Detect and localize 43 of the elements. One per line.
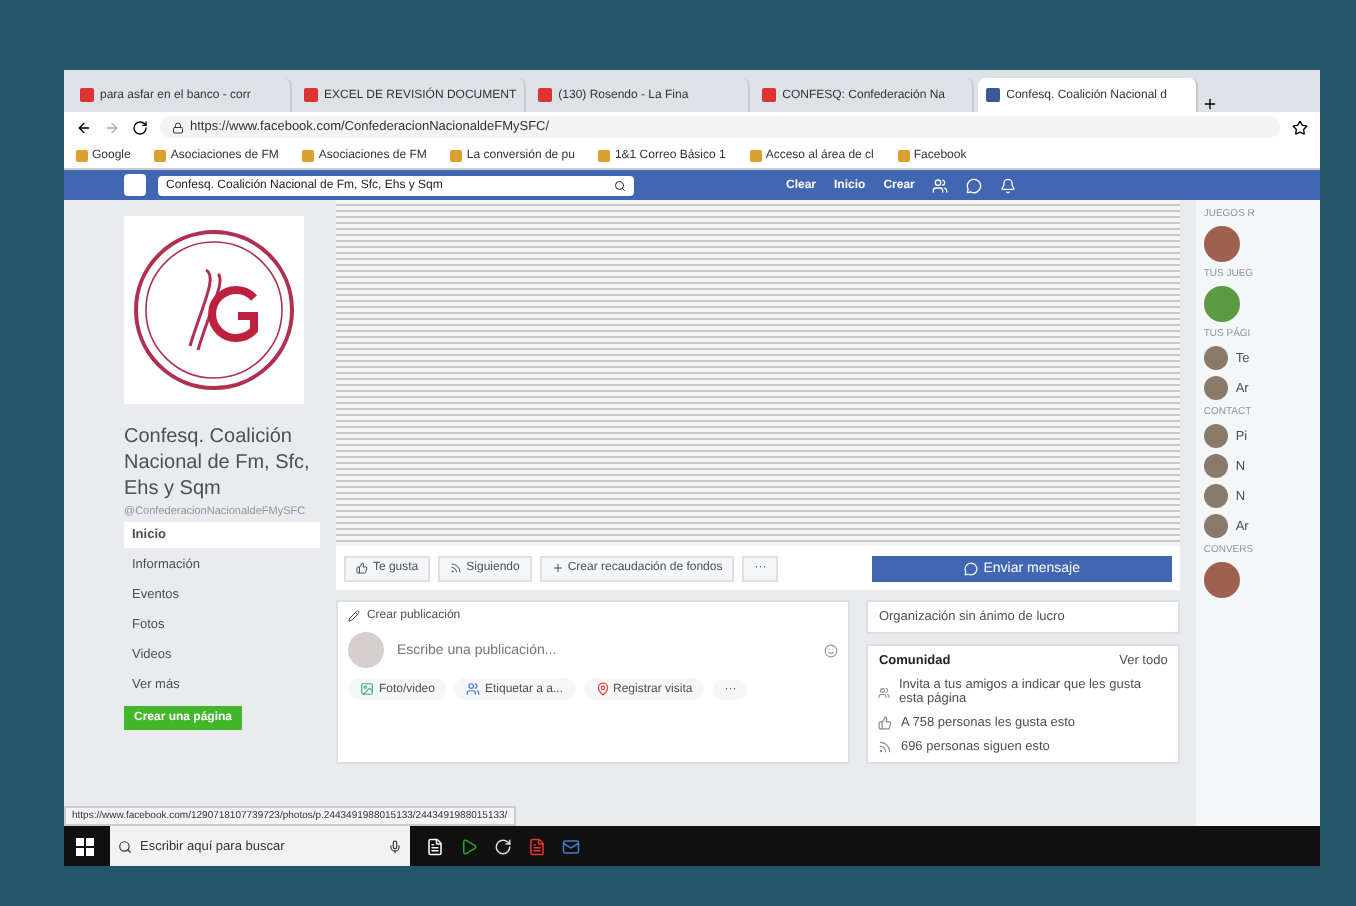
plus-icon xyxy=(551,562,564,574)
chat-icon[interactable] xyxy=(966,177,983,193)
feed-icon xyxy=(450,562,463,574)
lock-icon xyxy=(172,121,184,133)
favicon-icon xyxy=(80,88,94,102)
new-tab-icon[interactable] xyxy=(1202,96,1219,112)
favicon-icon xyxy=(304,88,318,102)
pin-icon xyxy=(595,682,610,696)
chat-bubble-icon xyxy=(963,561,978,575)
community-icon xyxy=(878,740,893,754)
avatar-placeholder xyxy=(1203,454,1228,478)
friends-icon[interactable] xyxy=(932,177,949,193)
avatar-placeholder xyxy=(1203,346,1228,370)
avatar-placeholder xyxy=(1203,562,1240,598)
favicon-icon xyxy=(986,88,1001,102)
favicon-icon xyxy=(538,88,553,102)
community-icon xyxy=(878,716,893,730)
document-icon[interactable] xyxy=(528,837,546,855)
bell-icon[interactable] xyxy=(1000,177,1017,193)
logo-icon[interactable] xyxy=(124,174,146,196)
thumbs-up-icon xyxy=(356,562,369,574)
reload-icon[interactable] xyxy=(132,119,148,135)
avatar-placeholder xyxy=(1203,484,1228,508)
avatar-placeholder xyxy=(1203,376,1228,400)
people-icon xyxy=(466,682,481,696)
back-icon[interactable] xyxy=(76,119,92,135)
photo-icon xyxy=(360,682,375,696)
favicon-icon xyxy=(762,88,777,102)
start-icon[interactable] xyxy=(76,837,94,855)
community-icon xyxy=(878,685,891,699)
app-icon[interactable] xyxy=(460,837,478,855)
microphone-icon[interactable] xyxy=(388,839,402,853)
avatar-placeholder xyxy=(348,632,385,668)
search-icon xyxy=(118,839,132,853)
pencil-icon xyxy=(348,610,361,622)
search-icon xyxy=(614,179,626,191)
star-icon[interactable] xyxy=(1292,119,1308,135)
emoji-icon[interactable] xyxy=(824,643,839,657)
avatar-placeholder xyxy=(1203,424,1228,448)
avatar-placeholder xyxy=(1203,514,1228,538)
avatar-placeholder xyxy=(1203,286,1240,322)
page-name: Confesq. Coalición Nacional de Fm, Sfc, Ehs y Sqm xyxy=(124,424,312,502)
avatar-placeholder xyxy=(1203,226,1240,262)
